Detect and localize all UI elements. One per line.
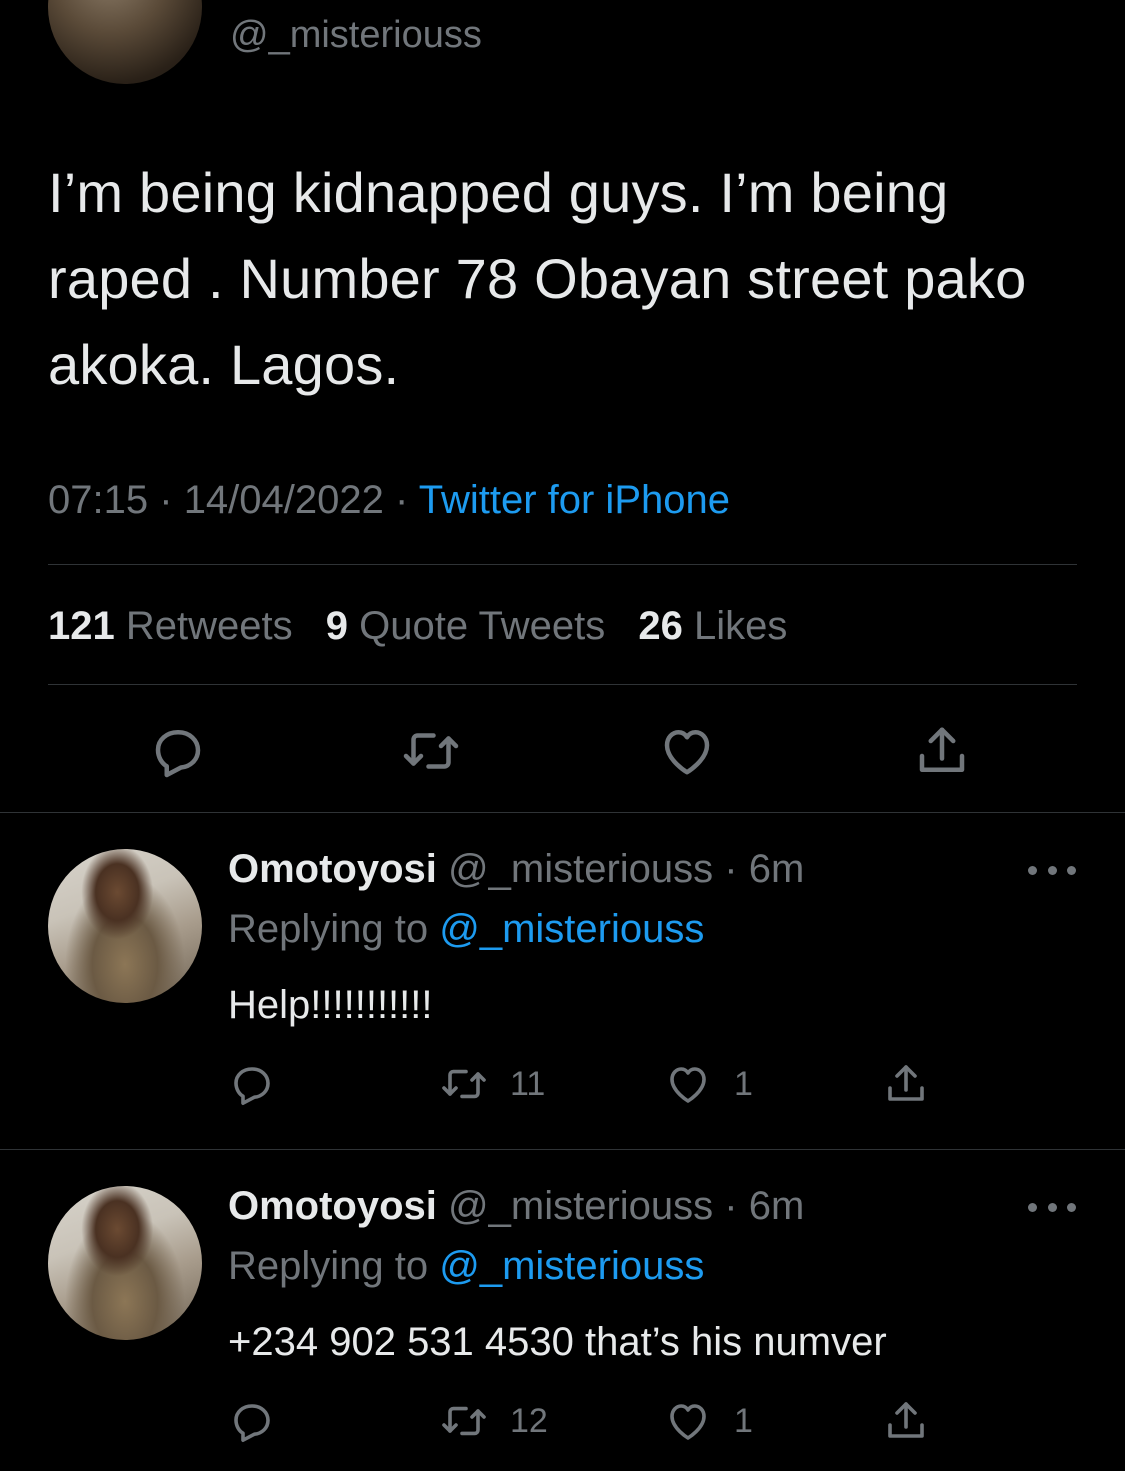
quotes-count: 9 [325, 604, 348, 648]
retweets-stat[interactable]: 121 Retweets [48, 604, 293, 648]
retweet-count: 11 [510, 1064, 546, 1103]
like-icon [670, 1404, 706, 1440]
more-options-button[interactable] [1028, 1200, 1076, 1214]
like-button[interactable] [652, 716, 722, 786]
retweets-label: Retweets [125, 604, 293, 648]
dot-icon [1028, 1202, 1037, 1212]
reply-button[interactable] [228, 1057, 276, 1111]
replying-label: Replying to [228, 1244, 429, 1288]
likes-label: Likes [693, 604, 788, 648]
author-avatar[interactable] [48, 0, 202, 84]
tweet-thread: @_misteriouss I’m being kidnapped guys. … [0, 0, 1125, 1471]
reply-icon [155, 730, 201, 778]
meta-separator: · [395, 478, 409, 522]
retweets-count: 121 [48, 604, 115, 648]
reply-button[interactable] [228, 1394, 276, 1448]
mention-link[interactable]: @_misteriouss [439, 1244, 704, 1288]
reply-text: +234 902 531 4530 that’s his numver [228, 1320, 887, 1364]
avatar[interactable] [48, 1186, 202, 1340]
share-icon [919, 727, 965, 772]
retweet-button[interactable]: 12 [440, 1394, 548, 1448]
retweet-icon [442, 1069, 486, 1099]
tweet-text: I’m being kidnapped guys. I’m being rape… [48, 161, 1027, 396]
dot-icon [1028, 865, 1037, 875]
dot-icon [1067, 1202, 1076, 1212]
reply-tweet[interactable]: Omotoyosi @_misteriouss · 6m Replying to… [0, 813, 1125, 1149]
mention-link[interactable]: @_misteriouss [439, 907, 704, 951]
tweet-stats: 121 Retweets 9 Quote Tweets 26 Likes [48, 604, 787, 649]
more-options-button[interactable] [1028, 863, 1076, 877]
retweet-icon [403, 733, 459, 769]
likes-count: 26 [638, 604, 683, 648]
meta-separator: · [724, 1184, 738, 1228]
reply-header: Omotoyosi @_misteriouss · 6m [228, 1184, 804, 1229]
reply-icon [234, 1067, 270, 1105]
retweet-button[interactable] [396, 716, 466, 786]
display-name[interactable]: Omotoyosi [228, 1184, 437, 1228]
avatar[interactable] [48, 849, 202, 1003]
dot-icon [1067, 865, 1076, 875]
retweet-icon [442, 1406, 486, 1436]
tweet-time: 07:15 [48, 478, 149, 522]
share-button[interactable] [907, 716, 977, 786]
reply-tweet[interactable]: Omotoyosi @_misteriouss · 6m Replying to… [0, 1150, 1125, 1471]
tweet-meta: 07:15 · 14/04/2022 · Twitter for iPhone [48, 478, 730, 523]
handle[interactable]: @_misteriouss [448, 1184, 713, 1228]
share-button[interactable] [882, 1057, 930, 1111]
reply-text: Help!!!!!!!!!!! [228, 983, 433, 1027]
reply-header: Omotoyosi @_misteriouss · 6m [228, 847, 804, 892]
meta-separator: · [159, 478, 173, 522]
tweet-date[interactable]: 14/04/2022 [184, 478, 384, 522]
handle[interactable]: @_misteriouss [448, 847, 713, 891]
like-icon [664, 730, 710, 775]
like-count: 1 [734, 1401, 753, 1440]
dot-icon [1047, 1202, 1057, 1212]
replying-to: Replying to @_misteriouss [228, 1244, 704, 1289]
timestamp[interactable]: 6m [749, 1184, 805, 1228]
display-name[interactable]: Omotoyosi [228, 847, 437, 891]
replying-label: Replying to [228, 907, 429, 951]
divider [48, 564, 1077, 565]
divider [48, 684, 1077, 685]
author-handle[interactable]: @_misteriouss [230, 14, 482, 57]
share-icon [888, 1065, 924, 1101]
like-button[interactable]: 1 [664, 1394, 753, 1448]
share-icon [888, 1402, 924, 1438]
quotes-stat[interactable]: 9 Quote Tweets [326, 604, 605, 648]
retweet-count: 12 [510, 1401, 548, 1440]
dot-icon [1047, 865, 1057, 875]
replying-to: Replying to @_misteriouss [228, 907, 704, 952]
like-icon [670, 1067, 706, 1103]
reply-button[interactable] [143, 716, 213, 786]
retweet-button[interactable]: 11 [440, 1057, 545, 1111]
likes-stat[interactable]: 26 Likes [638, 604, 787, 648]
quotes-label: Quote Tweets [359, 604, 606, 648]
share-button[interactable] [882, 1394, 930, 1448]
like-count: 1 [734, 1064, 753, 1103]
timestamp[interactable]: 6m [749, 847, 805, 891]
tweet-source-link[interactable]: Twitter for iPhone [419, 478, 730, 522]
reply-icon [234, 1404, 270, 1442]
meta-separator: · [724, 847, 738, 891]
like-button[interactable]: 1 [664, 1057, 753, 1111]
